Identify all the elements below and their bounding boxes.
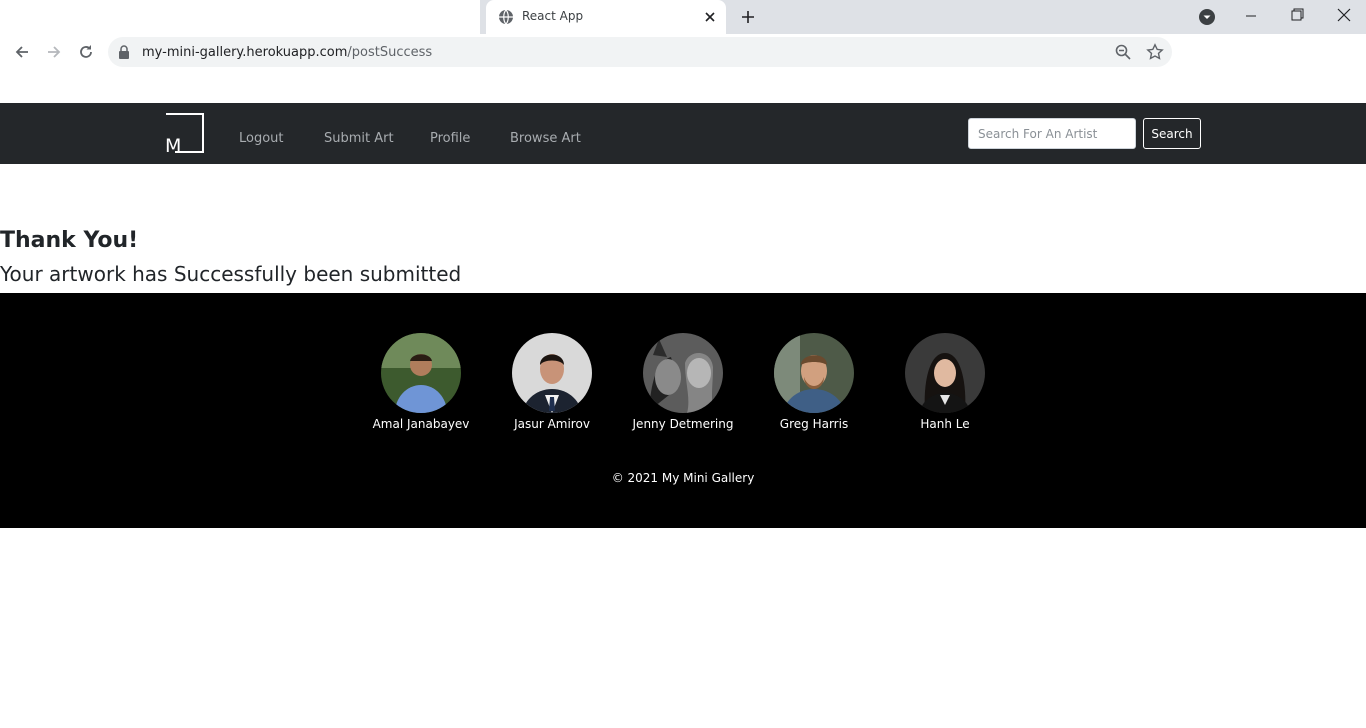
browser-toolbar: my-mini-gallery.herokuapp.com/postSucces… xyxy=(0,34,1366,70)
site-footer: Amal Janabayev Jasur Amirov Jenny Detmer… xyxy=(0,293,1366,528)
nav-link-browse-art[interactable]: Browse Art xyxy=(510,131,581,146)
brand-letter: M xyxy=(165,135,181,153)
window-close-icon[interactable] xyxy=(1320,0,1366,32)
tab-strip-blank-area xyxy=(0,0,480,34)
plus-icon[interactable] xyxy=(738,7,758,27)
globe-icon xyxy=(499,9,513,25)
team-member: Hanh Le xyxy=(880,333,1010,431)
search-button[interactable]: Search xyxy=(1143,118,1201,149)
avatar xyxy=(643,333,723,413)
restore-icon[interactable] xyxy=(1274,0,1320,32)
address-bar[interactable]: my-mini-gallery.herokuapp.com/postSucces… xyxy=(108,37,1172,67)
member-name: Jenny Detmering xyxy=(632,417,734,431)
avatar xyxy=(905,333,985,413)
minimize-icon[interactable] xyxy=(1228,0,1274,32)
team-member: Amal Janabayev xyxy=(356,333,486,431)
chevron-down-icon[interactable] xyxy=(1197,7,1217,27)
artist-search-input[interactable] xyxy=(968,118,1136,149)
nav-link-submit-art[interactable]: Submit Art xyxy=(324,131,394,146)
avatar xyxy=(381,333,461,413)
team-member: Greg Harris xyxy=(749,333,879,431)
member-name: Amal Janabayev xyxy=(372,417,470,431)
lock-icon[interactable] xyxy=(118,45,130,59)
zoom-icon[interactable] xyxy=(1114,43,1132,61)
forward-icon[interactable] xyxy=(44,42,64,62)
brand-logo[interactable]: M xyxy=(165,113,204,153)
nav-link-logout[interactable]: Logout xyxy=(239,131,284,146)
member-name: Jasur Amirov xyxy=(514,417,590,431)
success-message: Your artwork has Successfully been submi… xyxy=(0,262,462,286)
nav-link-profile[interactable]: Profile xyxy=(430,131,470,146)
star-icon[interactable] xyxy=(1146,43,1164,61)
reload-icon[interactable] xyxy=(76,42,96,62)
copyright-text: © 2021 My Mini Gallery xyxy=(611,471,755,485)
avatar xyxy=(512,333,592,413)
site-navbar: M Logout Submit Art Profile Browse Art S… xyxy=(0,103,1366,164)
team-member: Jasur Amirov xyxy=(487,333,617,431)
member-name: Hanh Le xyxy=(920,417,970,431)
url-path: /postSuccess xyxy=(347,45,433,60)
team-member: Jenny Detmering xyxy=(618,333,748,431)
back-icon[interactable] xyxy=(12,42,32,62)
browser-tab-strip: React App xyxy=(0,0,1366,34)
browser-tab-active[interactable]: React App xyxy=(486,0,726,34)
url-text[interactable]: my-mini-gallery.herokuapp.com/postSucces… xyxy=(142,45,432,60)
close-icon[interactable] xyxy=(700,7,720,27)
url-domain: my-mini-gallery.herokuapp.com xyxy=(142,45,348,60)
page-title: Thank You! xyxy=(0,228,139,253)
member-name: Greg Harris xyxy=(779,417,849,431)
tab-title: React App xyxy=(522,9,584,23)
avatar xyxy=(774,333,854,413)
